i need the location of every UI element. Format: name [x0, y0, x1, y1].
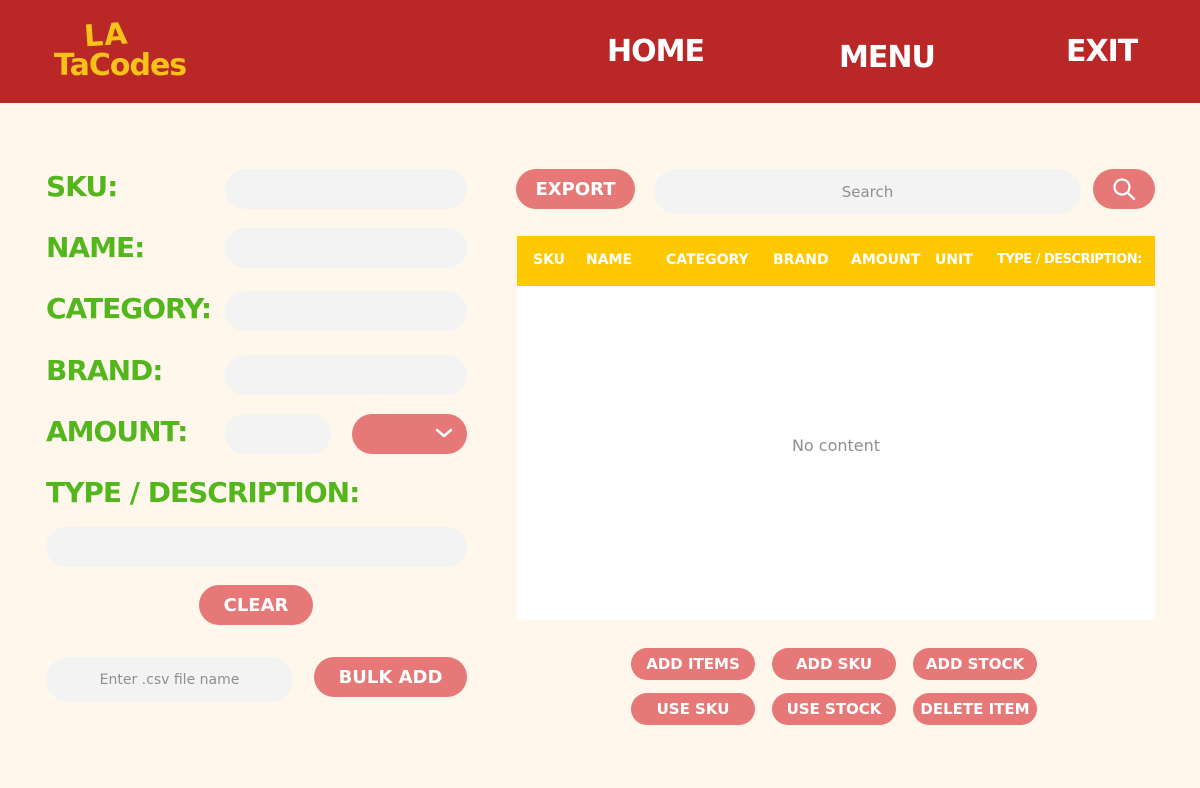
column-header-brand: BRAND [773, 252, 829, 268]
top-nav-bar: LA TaCodes HOME MENU EXIT [0, 0, 1200, 103]
nav-home-link[interactable]: HOME [607, 34, 705, 69]
amount-input[interactable] [225, 414, 331, 454]
search-button[interactable] [1093, 169, 1155, 209]
chevron-down-icon [435, 428, 453, 438]
category-label: CATEGORY: [46, 292, 212, 325]
inventory-table: SKU NAME CATEGORY BRAND AMOUNT UNIT TYPE… [517, 236, 1155, 620]
table-empty-message: No content [791, 436, 881, 455]
name-input[interactable] [225, 228, 467, 268]
name-label: NAME: [46, 231, 145, 264]
brand-logo[interactable]: LA TaCodes [54, 16, 187, 86]
logo-line-2: TaCodes [54, 48, 187, 83]
type-description-input[interactable] [46, 527, 467, 567]
sku-input[interactable] [225, 169, 467, 209]
search-icon [1113, 178, 1136, 201]
use-stock-button[interactable]: USE STOCK [772, 693, 896, 725]
nav-exit-link[interactable]: EXIT [1066, 34, 1138, 69]
bulk-add-button[interactable]: BULK ADD [314, 657, 467, 697]
column-header-amount: AMOUNT [851, 252, 921, 268]
sku-label: SKU: [46, 170, 118, 203]
category-input[interactable] [225, 291, 467, 331]
add-items-button[interactable]: ADD ITEMS [631, 648, 755, 680]
brand-input[interactable] [225, 355, 467, 395]
unit-dropdown[interactable] [352, 414, 467, 454]
add-sku-button[interactable]: ADD SKU [772, 648, 896, 680]
column-header-unit: UNIT [935, 252, 973, 268]
column-header-type-description: TYPE / DESCRIPTION: [997, 252, 1142, 267]
delete-item-button[interactable]: DELETE ITEM [913, 693, 1037, 725]
use-sku-button[interactable]: USE SKU [631, 693, 755, 725]
search-box [654, 169, 1081, 214]
amount-label: AMOUNT: [46, 415, 188, 448]
table-header-row: SKU NAME CATEGORY BRAND AMOUNT UNIT TYPE… [517, 236, 1155, 286]
search-input[interactable] [654, 169, 1081, 214]
clear-button[interactable]: CLEAR [199, 585, 313, 625]
brand-label: BRAND: [46, 354, 163, 387]
csv-filename-input[interactable] [46, 657, 293, 702]
column-header-name: NAME [586, 252, 633, 268]
column-header-sku: SKU [533, 252, 566, 268]
type-description-label: TYPE / DESCRIPTION: [46, 476, 360, 509]
export-button[interactable]: EXPORT [516, 169, 635, 209]
add-stock-button[interactable]: ADD STOCK [913, 648, 1037, 680]
nav-menu-link[interactable]: MENU [839, 40, 936, 75]
column-header-category: CATEGORY [666, 252, 749, 268]
